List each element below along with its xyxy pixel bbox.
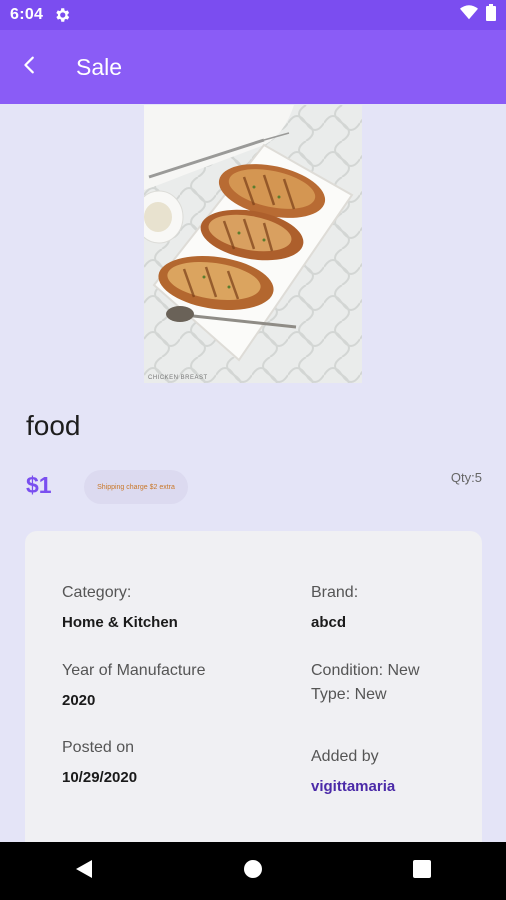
triangle-back-icon <box>75 859 93 884</box>
nav-recents-button[interactable] <box>392 851 452 891</box>
product-name: food <box>26 410 81 441</box>
category-value: Home & Kitchen <box>62 614 178 631</box>
category-label: Category: <box>62 584 132 601</box>
battery-icon <box>486 4 496 26</box>
back-button[interactable] <box>2 39 58 95</box>
app-bar: Sale <box>0 30 506 104</box>
nav-home-button[interactable] <box>223 851 283 891</box>
settings-gear-icon <box>53 6 71 24</box>
added-by-label: Added by <box>311 748 379 765</box>
nav-back-button[interactable] <box>54 851 114 891</box>
year-label: Year of Manufacture <box>62 662 206 679</box>
posted-on-value: 10/29/2020 <box>62 769 138 786</box>
type-label: Type: New <box>311 686 387 703</box>
page-title: Sale <box>76 53 123 80</box>
brand-label: Brand: <box>311 584 359 601</box>
product-image[interactable]: CHICKEN BREAST <box>144 105 362 383</box>
shipping-charge-chip: Shipping charge $2 extra <box>84 470 188 504</box>
circle-home-icon <box>243 859 263 884</box>
details-card: Category: Home & Kitchen Brand: abcd Yea… <box>25 531 482 871</box>
year-value: 2020 <box>62 692 96 709</box>
back-arrow-icon <box>19 54 41 81</box>
seller-username-link[interactable]: vigittamaria <box>311 778 395 795</box>
posted-on-label: Posted on <box>62 739 135 756</box>
status-bar: 6:04 <box>0 0 506 30</box>
condition-label: Condition: New <box>311 662 420 679</box>
square-recents-icon <box>412 859 431 883</box>
quantity-label: Qty:5 <box>450 470 482 485</box>
product-price: $1 <box>26 472 52 498</box>
image-watermark: CHICKEN BREAST <box>148 375 208 381</box>
brand-value: abcd <box>311 614 347 631</box>
status-time: 6:04 <box>10 6 44 23</box>
system-nav-bar <box>0 842 506 900</box>
wifi-icon <box>460 5 478 25</box>
